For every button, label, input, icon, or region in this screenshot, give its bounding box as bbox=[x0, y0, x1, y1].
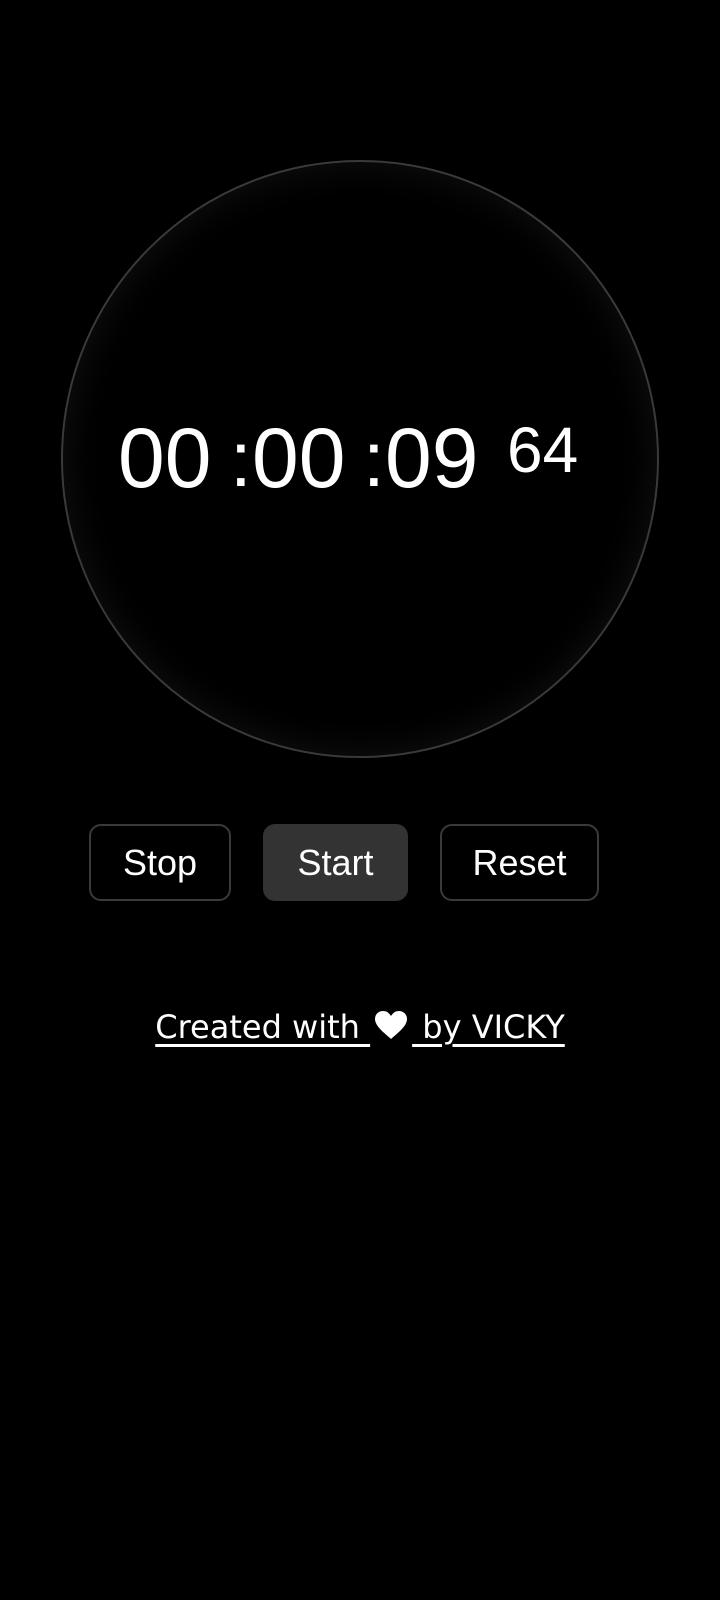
time-separator: : bbox=[363, 415, 385, 503]
stop-button[interactable]: Stop bbox=[89, 824, 231, 901]
footer-credit-link[interactable]: Created with by VICKY bbox=[0, 1008, 720, 1048]
credit-suffix: by VICKY bbox=[412, 1008, 565, 1046]
reset-button[interactable]: Reset bbox=[440, 824, 599, 901]
centiseconds-value: 64 bbox=[507, 414, 579, 486]
time-separator: : bbox=[230, 415, 252, 503]
minutes-value: 00 bbox=[252, 411, 346, 505]
heart-icon bbox=[374, 1010, 408, 1048]
seconds-value: 09 bbox=[385, 411, 479, 505]
start-button[interactable]: Start bbox=[263, 824, 408, 901]
credit-prefix: Created with bbox=[155, 1008, 371, 1046]
hours-value: 00 bbox=[118, 411, 212, 505]
